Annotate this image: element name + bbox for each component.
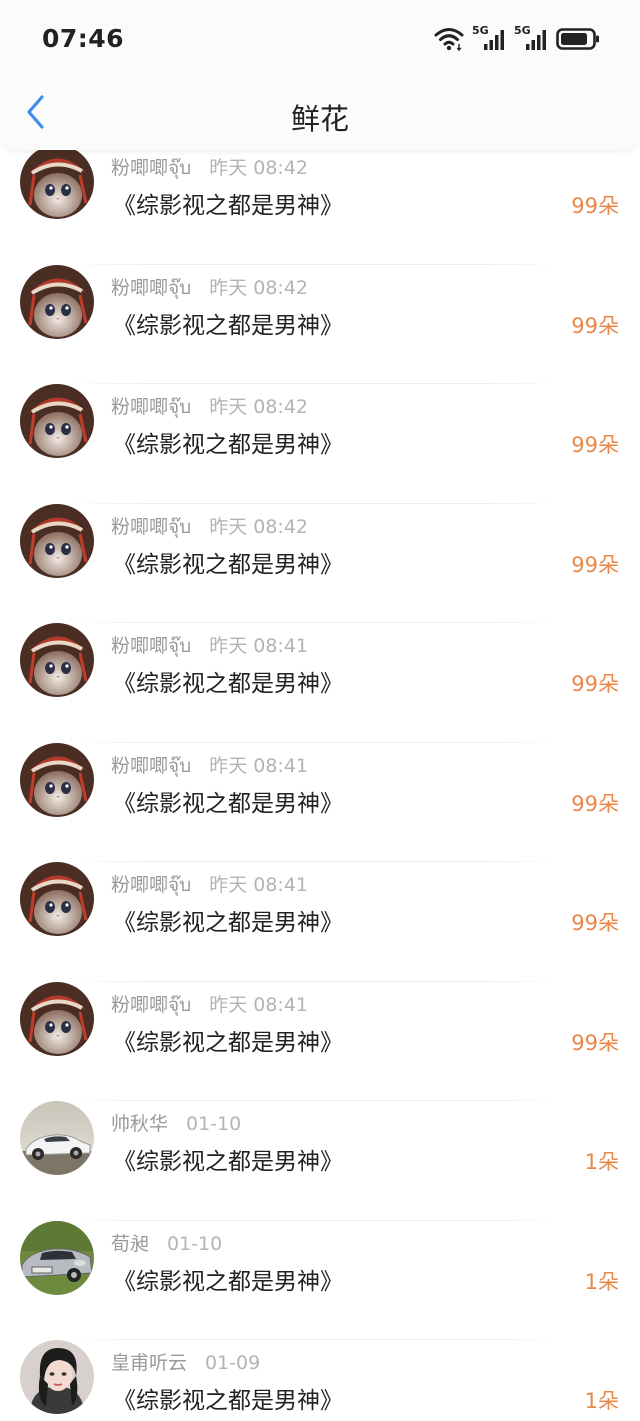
flower-record-list: 粉唧唧จุ๊บ 昨天 08:42 《综影视之都是男神》 99朵 粉唧唧จุ๊บ 昨天… bbox=[0, 145, 640, 1421]
flower-record-item[interactable]: 粉唧唧จุ๊บ 昨天 08:41 《综影视之都是男神》 99朵 bbox=[0, 862, 640, 982]
book-title: 《综影视之都是男神》 bbox=[113, 910, 343, 936]
user-name[interactable]: 皇甫听云 bbox=[111, 1352, 187, 1374]
screen: 07:46 5G 5G 鲜花 粉唧唧จุ๊บ 昨天 08:42 《综影视之都是男… bbox=[0, 0, 640, 1421]
book-title: 《综影视之都是男神》 bbox=[113, 1388, 343, 1414]
record-time: 昨天 08:41 bbox=[209, 993, 308, 1016]
book-title: 《综影视之都是男神》 bbox=[113, 1268, 343, 1295]
book-title: 《综影视之都是男神》 bbox=[113, 193, 343, 219]
user-name[interactable]: 粉唧唧จุ๊บ bbox=[111, 516, 191, 538]
user-name[interactable]: 粉唧唧จุ๊บ bbox=[111, 755, 191, 777]
record-meta: 粉唧唧จุ๊บ 昨天 08:42 bbox=[111, 153, 308, 183]
user-name[interactable]: 荀昶 bbox=[111, 1233, 149, 1255]
flower-record-item[interactable]: 荀昶 01-10 《综影视之都是男神》 1朵 bbox=[0, 1220, 640, 1340]
flower-record-item[interactable]: 粉唧唧จุ๊บ 昨天 08:42 《综影视之都是男神》 99朵 bbox=[0, 264, 640, 384]
flower-count: 1朵 bbox=[584, 1150, 619, 1174]
flower-count: 99朵 bbox=[571, 552, 619, 577]
user-avatar[interactable] bbox=[20, 1101, 94, 1175]
user-avatar[interactable] bbox=[20, 981, 94, 1056]
record-meta: 荀昶 01-10 bbox=[111, 1229, 222, 1256]
flower-count: 99朵 bbox=[571, 672, 619, 696]
record-time: 昨天 08:42 bbox=[209, 396, 308, 418]
flower-record-item[interactable]: 粉唧唧จุ๊บ 昨天 08:41 《综影视之都是男神》 99朵 bbox=[0, 981, 640, 1101]
user-avatar[interactable] bbox=[20, 384, 94, 458]
user-name[interactable]: 粉唧唧จุ๊บ bbox=[111, 635, 191, 657]
user-name[interactable]: 粉唧唧จุ๊บ bbox=[111, 994, 191, 1016]
user-avatar[interactable] bbox=[20, 145, 94, 219]
flower-record-item[interactable]: 粉唧唧จุ๊บ 昨天 08:41 《综影视之都是男神》 99朵 bbox=[0, 623, 640, 743]
book-title: 《综影视之都是男神》 bbox=[113, 1149, 343, 1175]
user-avatar[interactable] bbox=[20, 264, 94, 339]
page-title: 鲜花 bbox=[290, 102, 349, 136]
record-time: 昨天 08:41 bbox=[209, 754, 308, 777]
flower-record-item[interactable]: 粉唧唧จุ๊บ 昨天 08:42 《综影视之都是男神》 99朵 bbox=[0, 145, 640, 265]
flower-record-item[interactable]: 帅秋华 01-10 《综影视之都是男神》 1朵 bbox=[0, 1101, 640, 1221]
flower-record-item[interactable]: 粉唧唧จุ๊บ 昨天 08:42 《综影视之都是男神》 99朵 bbox=[0, 384, 640, 504]
flower-count: 99朵 bbox=[571, 911, 619, 935]
battery-icon bbox=[556, 27, 600, 51]
record-meta: 粉唧唧จุ๊บ 昨天 08:41 bbox=[111, 751, 308, 781]
user-avatar[interactable] bbox=[20, 1340, 94, 1414]
user-avatar[interactable] bbox=[20, 623, 94, 697]
record-meta: 粉唧唧จุ๊บ 昨天 08:42 bbox=[111, 392, 308, 422]
book-title: 《综影视之都是男神》 bbox=[113, 312, 343, 339]
user-name[interactable]: 粉唧唧จุ๊บ bbox=[111, 396, 191, 418]
user-avatar[interactable] bbox=[20, 1220, 94, 1295]
book-title: 《综影视之都是男神》 bbox=[113, 1029, 343, 1056]
record-meta: 帅秋华 01-10 bbox=[111, 1109, 241, 1136]
record-time: 01-09 bbox=[205, 1352, 261, 1374]
flower-record-item[interactable]: 粉唧唧จุ๊บ 昨天 08:42 《综影视之都是男神》 99朵 bbox=[0, 503, 640, 623]
flower-record-item[interactable]: 皇甫听云 01-09 《综影视之都是男神》 1朵 bbox=[0, 1340, 640, 1421]
record-time: 昨天 08:41 bbox=[209, 874, 308, 896]
nav-header: 鲜花 bbox=[0, 70, 640, 150]
record-time: 01-10 bbox=[167, 1232, 223, 1255]
user-avatar[interactable] bbox=[20, 742, 94, 817]
book-title: 《综影视之都是男神》 bbox=[113, 432, 343, 458]
user-avatar[interactable] bbox=[20, 503, 94, 578]
record-time: 昨天 08:42 bbox=[209, 157, 308, 179]
flower-count: 99朵 bbox=[571, 313, 619, 338]
user-name[interactable]: 粉唧唧จุ๊บ bbox=[111, 277, 191, 299]
wifi-icon bbox=[434, 27, 464, 51]
record-meta: 粉唧唧จุ๊บ 昨天 08:42 bbox=[111, 512, 308, 542]
record-time: 昨天 08:42 bbox=[209, 276, 308, 299]
record-time: 昨天 08:41 bbox=[209, 635, 308, 657]
user-name[interactable]: 帅秋华 bbox=[111, 1113, 168, 1135]
status-icons: 5G 5G bbox=[434, 24, 600, 54]
flower-count: 1朵 bbox=[584, 1269, 619, 1294]
flower-count: 99朵 bbox=[571, 194, 619, 218]
record-time: 01-10 bbox=[186, 1113, 242, 1135]
status-time: 07:46 bbox=[42, 24, 125, 53]
book-title: 《综影视之都是男神》 bbox=[113, 551, 343, 578]
record-meta: 粉唧唧จุ๊บ 昨天 08:41 bbox=[111, 631, 308, 661]
flower-count: 1朵 bbox=[584, 1389, 619, 1413]
record-meta: 粉唧唧จุ๊บ 昨天 08:42 bbox=[111, 273, 308, 303]
flower-count: 99朵 bbox=[571, 433, 619, 457]
record-meta: 皇甫听云 01-09 bbox=[111, 1348, 260, 1375]
user-avatar[interactable] bbox=[20, 862, 94, 936]
record-meta: 粉唧唧จุ๊บ 昨天 08:41 bbox=[111, 870, 308, 900]
status-bar: 07:46 5G 5G bbox=[0, 0, 640, 80]
record-time: 昨天 08:42 bbox=[209, 515, 308, 538]
user-name[interactable]: 粉唧唧จุ๊บ bbox=[111, 157, 191, 179]
signal-5g-icon-1: 5G bbox=[472, 24, 506, 52]
book-title: 《综影视之都是男神》 bbox=[113, 671, 343, 697]
flower-record-item[interactable]: 粉唧唧จุ๊บ 昨天 08:41 《综影视之都是男神》 99朵 bbox=[0, 742, 640, 862]
user-name[interactable]: 粉唧唧จุ๊บ bbox=[111, 874, 191, 896]
record-meta: 粉唧唧จุ๊บ 昨天 08:41 bbox=[111, 990, 308, 1020]
flower-count: 99朵 bbox=[571, 1030, 619, 1055]
book-title: 《综影视之都是男神》 bbox=[113, 790, 343, 817]
flower-count: 99朵 bbox=[571, 791, 619, 816]
signal-5g-icon-2: 5G bbox=[514, 24, 548, 52]
